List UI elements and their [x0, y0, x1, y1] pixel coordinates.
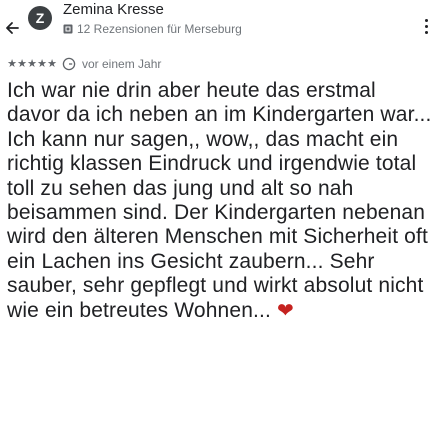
- more-options-button[interactable]: [420, 14, 432, 38]
- review-text-content: Ich war nie drin aber heute das erstmal …: [7, 79, 432, 322]
- more-dot: [424, 30, 428, 34]
- back-button[interactable]: [2, 16, 22, 40]
- star-rating: ★ ★ ★ ★ ★: [7, 57, 57, 70]
- heart-emoji: ❤: [277, 299, 294, 322]
- author-meta: 12 Rezensionen für Merseburg: [63, 21, 242, 37]
- star-icon: ★: [47, 57, 57, 70]
- more-vertical-icon: [424, 18, 428, 22]
- arrow-left-icon: [6, 22, 19, 34]
- author-name[interactable]: Zemina Kresse: [63, 1, 164, 18]
- google-icon: [62, 57, 76, 71]
- review-header: Z Zemina Kresse 12 Rezensionen für Merse…: [0, 0, 436, 50]
- review-count: 12 Rezensionen für Merseburg: [77, 22, 242, 36]
- star-icon: ★: [7, 57, 17, 70]
- avatar[interactable]: Z: [28, 6, 52, 30]
- star-icon: ★: [37, 57, 47, 70]
- star-icon: ★: [27, 57, 37, 70]
- review-time: vor einem Jahr: [82, 57, 162, 71]
- local-guide-icon: [63, 24, 73, 34]
- star-icon: ★: [17, 57, 27, 70]
- rating-row: ★ ★ ★ ★ ★ vor einem Jahr: [7, 55, 161, 73]
- more-dot: [424, 24, 428, 28]
- review-text: Ich war nie drin aber heute das erstmal …: [7, 79, 435, 323]
